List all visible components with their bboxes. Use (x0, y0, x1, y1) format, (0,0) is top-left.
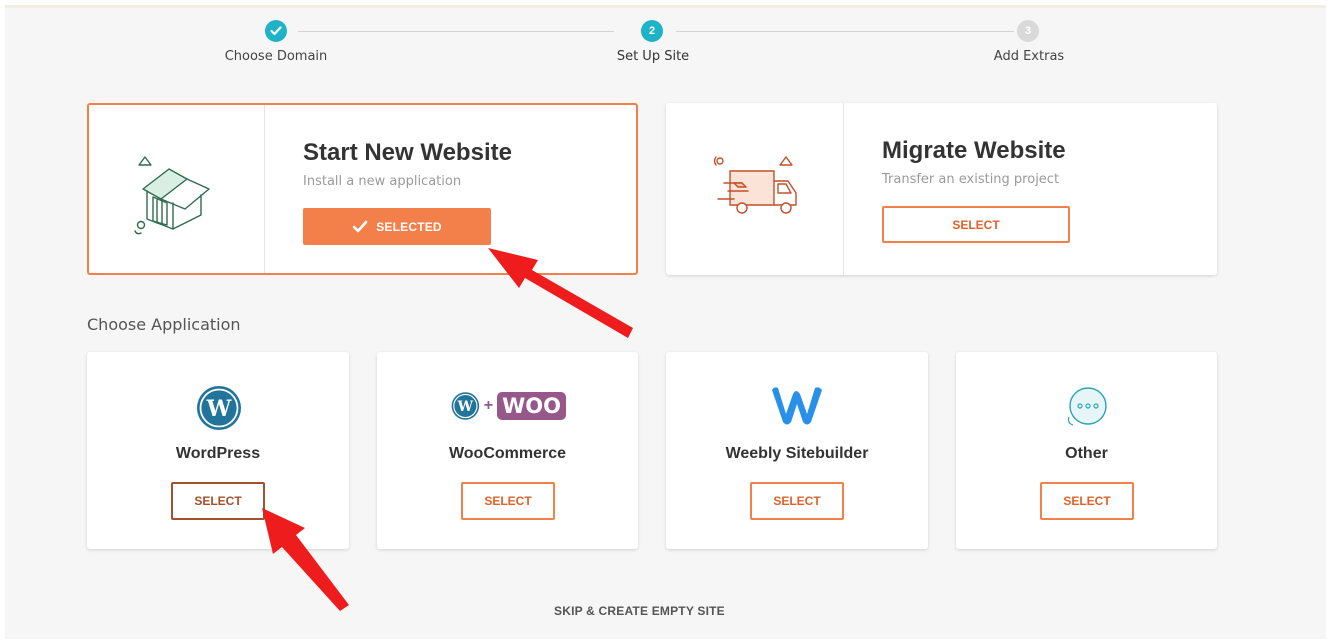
wordpress-name: WordPress (175, 445, 261, 462)
step-label-set-up-site: Set Up Site (616, 49, 690, 64)
weebly-card[interactable]: Weebly Sitebuilder SELECT (666, 352, 928, 549)
skip-create-empty-site-link[interactable]: SKIP & CREATE EMPTY SITE (554, 604, 725, 618)
wordpress-card[interactable]: W WordPress SELECT (87, 352, 349, 549)
card-divider (843, 103, 844, 275)
start-new-website-subtitle: Install a new application (303, 174, 462, 189)
svg-text:W: W (457, 399, 474, 415)
wordpress-logo-icon: W (197, 386, 241, 430)
other-card[interactable]: Other SELECT (956, 352, 1217, 549)
weebly-logo-icon (772, 387, 822, 425)
chat-bubble-icon (1067, 387, 1107, 426)
migrate-website-select-button[interactable]: SELECT (882, 206, 1070, 243)
woocommerce-logo: W + WOO (451, 388, 566, 424)
woocommerce-card[interactable]: W + WOO WooCommerce SELECT (377, 352, 638, 549)
woo-logo-badge: WOO (497, 392, 566, 420)
setup-wizard: Choose Domain 2 Set Up Site 3 Add Extras… (5, 5, 1326, 639)
svg-text:W: W (206, 396, 232, 422)
migrate-website-card[interactable]: Migrate Website Transfer an existing pro… (666, 103, 1217, 275)
woocommerce-name: WooCommerce (448, 445, 567, 462)
weebly-select-button[interactable]: SELECT (750, 482, 844, 520)
plus-sign: + (483, 397, 494, 414)
start-new-website-card[interactable]: Start New Website Install a new applicat… (87, 103, 638, 275)
step-connector (676, 31, 1014, 32)
start-new-website-selected-button[interactable]: SELECTED (303, 208, 491, 245)
checkmark-icon (352, 220, 368, 233)
selected-button-label: SELECTED (376, 219, 442, 234)
step-connector (298, 31, 614, 32)
step-label-choose-domain[interactable]: Choose Domain (176, 49, 376, 64)
step-label-add-extras: Add Extras (993, 49, 1065, 64)
step-done-check-icon[interactable] (265, 20, 287, 42)
migrate-website-title: Migrate Website (882, 137, 1066, 164)
migrate-website-subtitle: Transfer an existing project (882, 172, 1060, 187)
step-number-active: 2 (641, 20, 663, 42)
house-icon (134, 156, 210, 235)
step-number-pending: 3 (1017, 20, 1039, 42)
wordpress-logo-icon: W (451, 392, 480, 420)
moving-truck-icon (713, 156, 797, 214)
weebly-name: Weebly Sitebuilder (725, 445, 869, 462)
choose-application-heading: Choose Application (87, 315, 241, 334)
other-name: Other (1065, 445, 1108, 462)
woocommerce-select-button[interactable]: SELECT (461, 482, 555, 520)
card-divider (264, 105, 265, 273)
other-select-button[interactable]: SELECT (1040, 482, 1134, 520)
wordpress-select-button[interactable]: SELECT (171, 482, 265, 520)
start-new-website-title: Start New Website (303, 139, 512, 166)
